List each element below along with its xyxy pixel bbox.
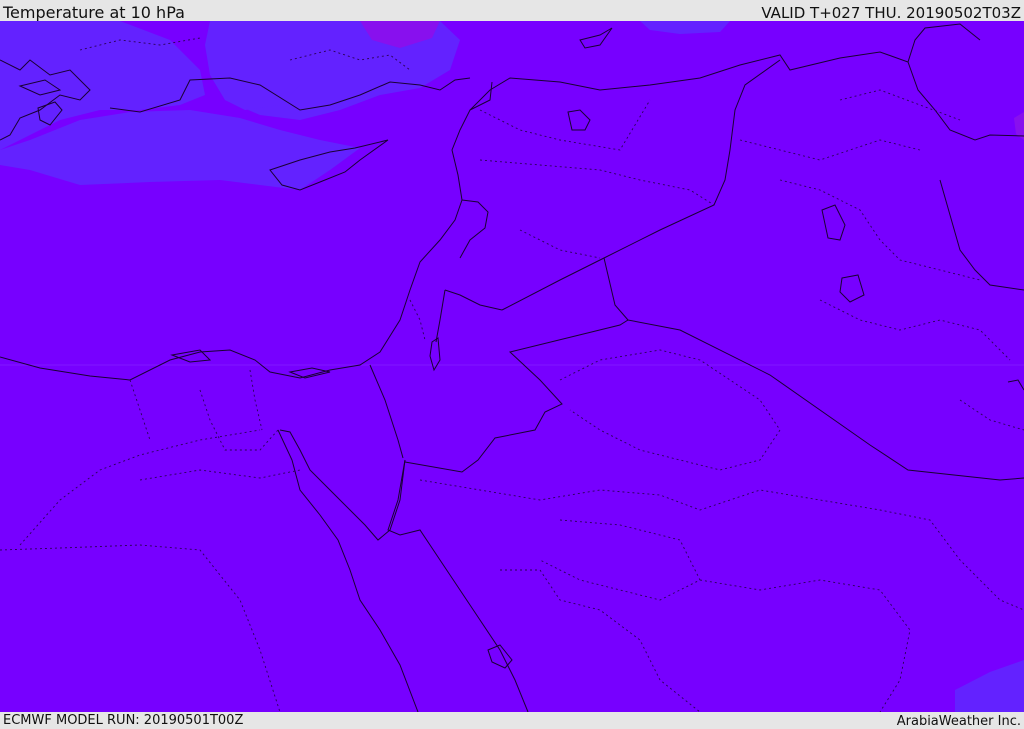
header-bar: Temperature at 10 hPa VALID T+027 THU. 2… [0,0,1024,22]
footer-bar: ECMWF MODEL RUN: 20190501T00Z ArabiaWeat… [0,712,1024,729]
model-run-label: ECMWF MODEL RUN: 20190501T00Z [3,713,244,728]
weather-map[interactable] [0,21,1024,712]
valid-time-label: VALID T+027 THU. 20190502T03Z [761,4,1021,22]
brand-label: ArabiaWeather Inc. [896,714,1021,729]
map-frame: Temperature at 10 hPa VALID T+027 THU. 2… [0,0,1024,729]
map-title: Temperature at 10 hPa [3,3,185,22]
